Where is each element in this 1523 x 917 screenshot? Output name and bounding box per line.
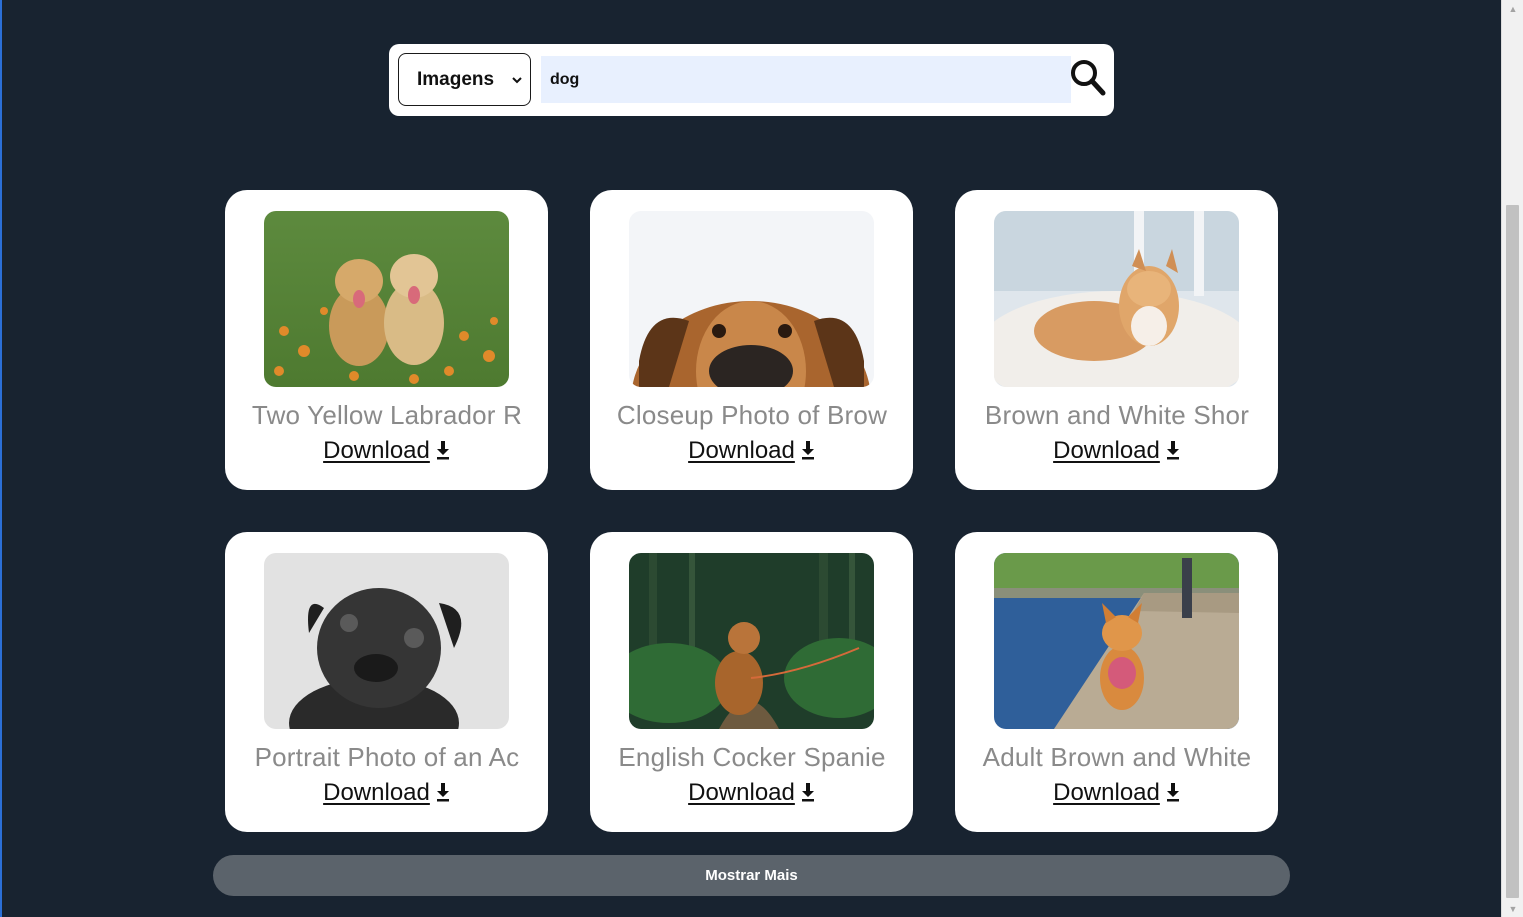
download-arrow-icon	[1166, 441, 1179, 460]
search-query-text: dog	[550, 70, 580, 88]
download-label: Download	[323, 437, 430, 464]
result-card: English Cocker Spanie Download	[590, 532, 913, 832]
scroll-down-arrow-icon[interactable]: ▼	[1502, 900, 1523, 917]
photo-cocker-spaniel	[629, 553, 874, 729]
search-input[interactable]: dog	[541, 56, 1071, 103]
download-arrow-icon	[436, 441, 449, 460]
result-photo[interactable]	[264, 553, 509, 729]
result-title: Brown and White Shor	[984, 400, 1250, 430]
result-title: Portrait Photo of an Ac	[254, 742, 520, 772]
result-photo[interactable]	[264, 211, 509, 387]
download-link[interactable]: Download	[225, 436, 548, 466]
search-button[interactable]	[1069, 58, 1107, 98]
download-link[interactable]: Download	[225, 778, 548, 808]
search-bar: Imagens dog	[389, 44, 1114, 116]
result-title: Closeup Photo of Brow	[616, 400, 888, 430]
download-arrow-icon	[801, 441, 814, 460]
vertical-scrollbar[interactable]: ▲ ▼	[1501, 0, 1523, 917]
result-photo[interactable]	[994, 553, 1239, 729]
download-arrow-icon	[436, 783, 449, 802]
download-arrow-icon	[1166, 783, 1179, 802]
result-photo[interactable]	[629, 553, 874, 729]
download-label: Download	[688, 437, 795, 464]
download-link[interactable]: Download	[955, 778, 1278, 808]
result-title: Two Yellow Labrador R	[251, 400, 523, 430]
result-card: Brown and White Shor Download	[955, 190, 1278, 490]
result-photo[interactable]	[994, 211, 1239, 387]
result-card: Portrait Photo of an Ac Download	[225, 532, 548, 832]
result-card: Adult Brown and White Download	[955, 532, 1278, 832]
scroll-up-arrow-icon[interactable]: ▲	[1502, 0, 1523, 17]
result-card: Closeup Photo of Brow Download	[590, 190, 913, 490]
download-link[interactable]: Download	[590, 778, 913, 808]
download-arrow-icon	[801, 783, 814, 802]
photo-pug	[264, 553, 509, 729]
photo-two-puppies	[264, 211, 509, 387]
search-type-select[interactable]: Imagens	[398, 53, 531, 106]
chevron-down-icon	[512, 77, 522, 84]
download-label: Download	[688, 779, 795, 806]
download-link[interactable]: Download	[590, 436, 913, 466]
download-label: Download	[1053, 437, 1160, 464]
photo-corgi	[994, 553, 1239, 729]
download-link[interactable]: Download	[955, 436, 1278, 466]
result-title: Adult Brown and White	[982, 742, 1252, 772]
result-card: Two Yellow Labrador R Download	[225, 190, 548, 490]
magnifier-icon	[1071, 60, 1106, 96]
window-left-edge	[0, 0, 2, 917]
photo-dog-closeup	[629, 211, 874, 387]
download-label: Download	[323, 779, 430, 806]
search-type-value: Imagens	[417, 68, 495, 90]
show-more-button[interactable]: Mostrar Mais	[213, 855, 1290, 896]
result-photo[interactable]	[629, 211, 874, 387]
result-title: English Cocker Spanie	[618, 742, 886, 772]
photo-shiba	[994, 211, 1239, 387]
scroll-thumb[interactable]	[1506, 205, 1519, 898]
download-label: Download	[1053, 779, 1160, 806]
